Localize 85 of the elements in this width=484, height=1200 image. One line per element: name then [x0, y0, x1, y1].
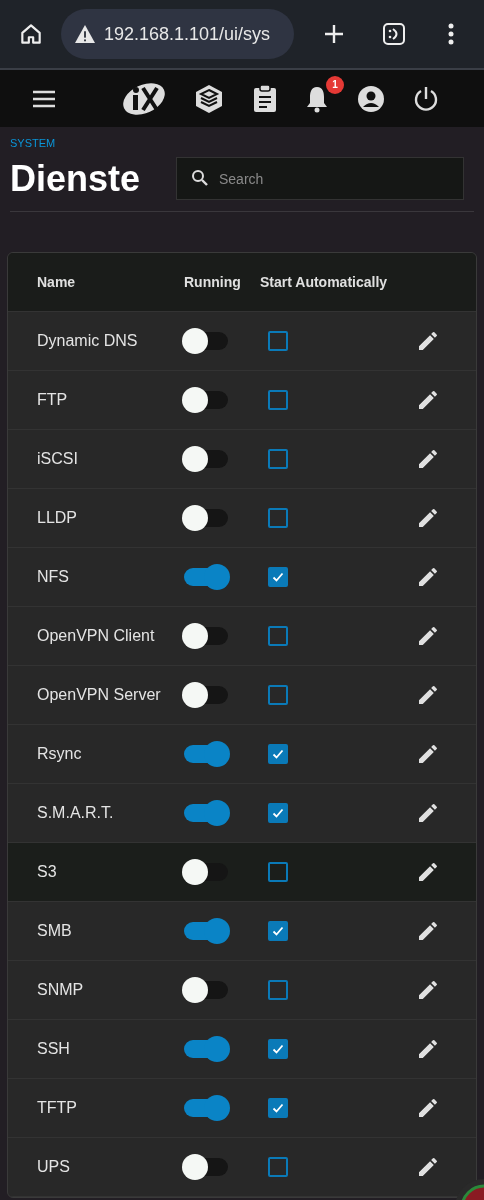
table-row[interactable]: SNMP: [8, 961, 476, 1020]
start-automatically-checkbox[interactable]: [268, 803, 288, 823]
logo-icon[interactable]: [121, 81, 167, 116]
edit-icon[interactable]: [416, 1155, 440, 1179]
table-row[interactable]: SMB: [8, 902, 476, 961]
column-header[interactable]: Running: [184, 274, 260, 290]
table-row[interactable]: LLDP: [8, 489, 476, 548]
edit-icon[interactable]: [416, 860, 440, 884]
check-icon: [271, 570, 285, 584]
start-automatically-checkbox[interactable]: [268, 685, 288, 705]
column-header[interactable]: Start Automatically: [260, 274, 476, 290]
check-icon: [271, 806, 285, 820]
table-row[interactable]: Rsync: [8, 725, 476, 784]
start-automatically-checkbox[interactable]: [268, 449, 288, 469]
service-name: Rsync: [36, 745, 83, 763]
service-name: SNMP: [36, 981, 85, 999]
edit-icon[interactable]: [416, 1037, 440, 1061]
service-name: iSCSI: [36, 450, 79, 468]
tab-switcher-icon[interactable]: [382, 22, 406, 46]
edit-icon[interactable]: [416, 624, 440, 648]
start-automatically-checkbox[interactable]: [268, 1098, 288, 1118]
edit-icon[interactable]: [416, 801, 440, 825]
service-name: SSH: [36, 1040, 71, 1058]
start-automatically-checkbox[interactable]: [268, 390, 288, 410]
start-automatically-checkbox[interactable]: [268, 626, 288, 646]
service-name: OpenVPN Server: [36, 686, 162, 704]
menu-icon[interactable]: [32, 89, 56, 108]
breadcrumb-link[interactable]: SYSTEM: [10, 137, 56, 149]
edit-icon[interactable]: [416, 742, 440, 766]
service-name: FTP: [36, 391, 69, 409]
table-row[interactable]: FTP: [8, 371, 476, 430]
service-name: S.M.A.R.T.: [36, 804, 115, 822]
edit-icon[interactable]: [416, 919, 440, 943]
edit-icon[interactable]: [416, 329, 440, 353]
warning-icon: [74, 24, 96, 44]
edit-icon[interactable]: [416, 565, 440, 589]
check-icon: [271, 1042, 285, 1056]
start-automatically-checkbox[interactable]: [268, 567, 288, 587]
cube-icon[interactable]: [195, 83, 223, 114]
floating-button-icon[interactable]: [454, 1178, 484, 1200]
bell-icon[interactable]: [305, 84, 329, 113]
address-bar[interactable]: 192.168.1.101/ui/sys: [61, 9, 294, 59]
check-icon: [271, 747, 285, 761]
power-icon[interactable]: [413, 85, 439, 112]
table-row[interactable]: SSH: [8, 1020, 476, 1079]
table-row[interactable]: OpenVPN Client: [8, 607, 476, 666]
start-automatically-checkbox[interactable]: [268, 331, 288, 351]
column-header[interactable]: Name: [8, 274, 184, 290]
clipboard-icon[interactable]: [253, 84, 277, 113]
home-icon[interactable]: [18, 21, 44, 47]
table-row[interactable]: iSCSI: [8, 430, 476, 489]
table-row[interactable]: Dynamic DNS: [8, 312, 476, 371]
start-automatically-checkbox[interactable]: [268, 980, 288, 1000]
edit-icon[interactable]: [416, 1096, 440, 1120]
table-row[interactable]: TFTP: [8, 1079, 476, 1138]
page-title: Dienste: [10, 157, 142, 200]
start-automatically-checkbox[interactable]: [268, 744, 288, 764]
service-name: TFTP: [36, 1099, 78, 1117]
edit-icon[interactable]: [416, 506, 440, 530]
edit-icon[interactable]: [416, 447, 440, 471]
table-row[interactable]: NFS: [8, 548, 476, 607]
start-automatically-checkbox[interactable]: [268, 508, 288, 528]
plus-icon[interactable]: [322, 22, 346, 46]
start-automatically-checkbox[interactable]: [268, 921, 288, 941]
table-row[interactable]: OpenVPN Server: [8, 666, 476, 725]
start-automatically-checkbox[interactable]: [268, 1157, 288, 1177]
notification-badge: 1: [326, 75, 344, 94]
edit-icon[interactable]: [416, 978, 440, 1002]
edit-icon[interactable]: [416, 683, 440, 707]
search-field[interactable]: Search: [176, 157, 464, 200]
edit-icon[interactable]: [416, 388, 440, 412]
start-automatically-checkbox[interactable]: [268, 1039, 288, 1059]
service-name: OpenVPN Client: [36, 627, 156, 645]
check-icon: [271, 1101, 285, 1115]
service-name: UPS: [36, 1158, 71, 1176]
check-icon: [271, 924, 285, 938]
service-name: NFS: [36, 568, 70, 586]
more-icon[interactable]: [447, 22, 455, 46]
service-name: LLDP: [36, 509, 79, 527]
table-row[interactable]: S3: [8, 843, 476, 902]
service-name: SMB: [36, 922, 73, 940]
start-automatically-checkbox[interactable]: [268, 862, 288, 882]
service-name: S3: [36, 863, 58, 881]
account-icon[interactable]: [357, 84, 385, 113]
service-name: Dynamic DNS: [36, 332, 139, 350]
